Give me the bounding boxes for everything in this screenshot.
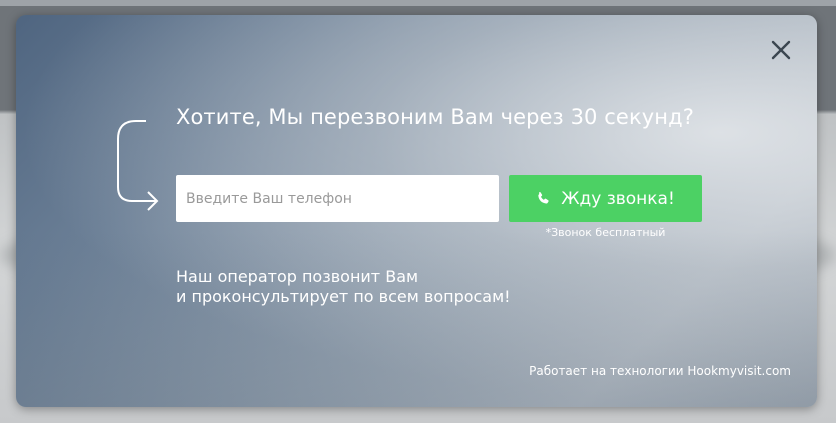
close-icon bbox=[771, 40, 791, 60]
description-line-1: Наш оператор позвонит Вам bbox=[176, 267, 419, 286]
description-line-2: и проконсультирует по всем вопросам! bbox=[176, 287, 511, 306]
call-me-button[interactable]: Жду звонка! bbox=[509, 175, 702, 222]
phone-input[interactable] bbox=[176, 175, 499, 222]
callback-modal: Хотите, Мы перезвоним Вам через 30 секун… bbox=[16, 15, 817, 407]
powered-by-link[interactable]: Работает на технологии Hookmyvisit.com bbox=[529, 364, 791, 378]
operator-description: Наш оператор позвонит Вам и проконсульти… bbox=[176, 267, 511, 307]
phone-icon bbox=[538, 191, 549, 204]
curved-arrow-icon bbox=[114, 117, 162, 213]
free-call-note: *Звонок бесплатный bbox=[545, 226, 666, 239]
close-button[interactable] bbox=[769, 38, 793, 62]
call-me-button-label: Жду звонка! bbox=[561, 188, 675, 209]
modal-title: Хотите, Мы перезвоним Вам через 30 секун… bbox=[176, 105, 694, 129]
